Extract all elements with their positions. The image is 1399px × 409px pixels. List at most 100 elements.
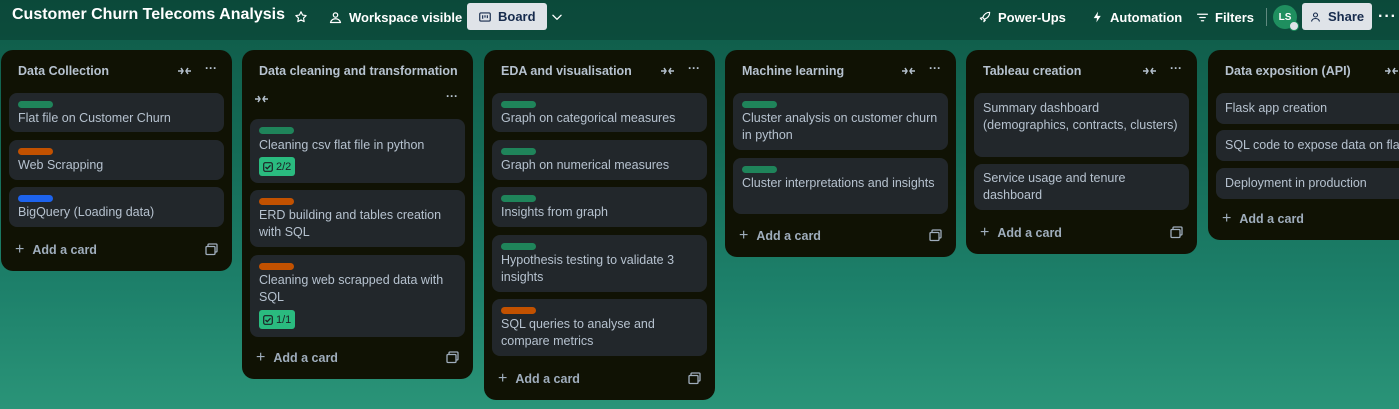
- filters-button[interactable]: Filters: [1196, 4, 1254, 30]
- board-view-button[interactable]: Board: [467, 3, 547, 30]
- card-template-icon[interactable]: [205, 243, 218, 256]
- list-menu-icon[interactable]: ···: [205, 61, 217, 75]
- card[interactable]: Service usage and tenure dashboard: [974, 164, 1189, 210]
- add-card-button[interactable]: + Add a card: [256, 349, 338, 367]
- card-title: Flat file on Customer Churn: [18, 111, 171, 125]
- list-eda: EDA and visualisation ··· Graph on categ…: [484, 50, 715, 400]
- list-title[interactable]: Data exposition (API): [1225, 64, 1351, 78]
- header-divider: [1266, 8, 1267, 26]
- card-template-icon[interactable]: [688, 372, 701, 385]
- person-add-icon: [1310, 11, 1321, 22]
- card-label-orange: [18, 148, 53, 155]
- card[interactable]: Cleaning csv flat file in python 2/2: [250, 119, 465, 183]
- more-menu-button[interactable]: ···: [1378, 4, 1397, 30]
- card[interactable]: SQL code to expose data on flask: [1216, 130, 1399, 161]
- automation-button[interactable]: Automation: [1091, 4, 1182, 30]
- card-template-icon[interactable]: [446, 351, 459, 364]
- card-title: Cleaning csv flat file in python: [259, 138, 425, 152]
- collapse-icon[interactable]: [1142, 65, 1157, 77]
- card[interactable]: Web Scrapping: [9, 140, 224, 180]
- card-label-green: [501, 148, 536, 155]
- collapse-icon[interactable]: [660, 65, 675, 77]
- card[interactable]: Insights from graph: [492, 187, 707, 227]
- card-title: Hypothesis testing to validate 3 insight…: [501, 253, 675, 284]
- add-card-label: Add a card: [756, 229, 821, 243]
- collapse-icon[interactable]: [254, 93, 269, 105]
- board-view-label: Board: [498, 9, 536, 24]
- add-card-button[interactable]: + Add a card: [980, 224, 1062, 242]
- list-header: Data exposition (API): [1208, 50, 1399, 90]
- list-header: Data cleaning and transformation ···: [242, 50, 473, 103]
- card-label-orange: [259, 263, 294, 270]
- visibility-button[interactable]: Workspace visible: [328, 4, 462, 30]
- list-title[interactable]: Tableau creation: [983, 64, 1081, 78]
- add-card-button[interactable]: + Add a card: [739, 227, 821, 245]
- card[interactable]: Graph on numerical measures: [492, 140, 707, 180]
- powerups-label: Power-Ups: [998, 9, 1066, 25]
- avatar[interactable]: LS: [1273, 5, 1299, 31]
- list-data-cleaning: Data cleaning and transformation ··· Cle…: [242, 50, 473, 379]
- list-title[interactable]: Data Collection: [18, 64, 109, 78]
- plus-icon: +: [498, 370, 508, 387]
- list-header: Machine learning ···: [725, 50, 956, 90]
- list-menu-icon[interactable]: ···: [1170, 61, 1182, 75]
- list-header: Tableau creation ···: [966, 50, 1197, 90]
- checklist-icon: [263, 314, 273, 325]
- filter-icon: [1196, 13, 1209, 21]
- more-icon: ···: [1378, 8, 1397, 25]
- card-title: Summary dashboard (demographics, contrac…: [983, 101, 1178, 132]
- card[interactable]: Flat file on Customer Churn: [9, 93, 224, 132]
- automation-label: Automation: [1110, 9, 1183, 25]
- card-title: Cleaning web scrapped data with SQL: [259, 273, 444, 304]
- add-card-button[interactable]: + Add a card: [498, 370, 580, 388]
- card-title: Service usage and tenure dashboard: [983, 171, 1126, 202]
- list-tableau-creation: Tableau creation ··· Summary dashboard (…: [966, 50, 1197, 254]
- card[interactable]: Cluster interpretations and insights: [733, 158, 948, 214]
- star-button[interactable]: [294, 4, 314, 30]
- card-title: ERD building and tables creation with SQ…: [259, 208, 442, 239]
- card-template-icon[interactable]: [1170, 226, 1183, 239]
- card[interactable]: SQL queries to analyse and compare metri…: [492, 299, 707, 356]
- list-header: EDA and visualisation ···: [484, 50, 715, 90]
- powerups-button[interactable]: Power-Ups: [978, 4, 1066, 30]
- list-title[interactable]: EDA and visualisation: [501, 64, 632, 78]
- share-button[interactable]: Share: [1302, 3, 1373, 30]
- card-title: Flask app creation: [1225, 101, 1328, 115]
- view-switcher-button[interactable]: [550, 4, 570, 30]
- board-title[interactable]: Customer Churn Telecoms Analysis: [12, 6, 285, 24]
- card[interactable]: Cleaning web scrapped data with SQL 1/1: [250, 255, 465, 337]
- checklist-badge: 2/2: [259, 157, 296, 176]
- card[interactable]: Flask app creation: [1216, 93, 1399, 124]
- card[interactable]: Graph on categorical measures: [492, 93, 707, 132]
- checklist-count: 2/2: [276, 160, 292, 173]
- collapse-icon[interactable]: [901, 65, 916, 77]
- add-card-button[interactable]: + Add a card: [15, 241, 97, 259]
- card[interactable]: Cluster analysis on customer churn in py…: [733, 93, 948, 150]
- card-label-green: [501, 243, 536, 250]
- card-title: Graph on numerical measures: [501, 158, 670, 172]
- list-title[interactable]: Data cleaning and transformation: [259, 64, 458, 78]
- add-card-label: Add a card: [997, 226, 1062, 240]
- collapse-icon[interactable]: [1384, 65, 1399, 77]
- card-title: Deployment in production: [1225, 176, 1367, 190]
- lightning-icon: [1093, 11, 1101, 23]
- list-menu-icon[interactable]: ···: [929, 61, 941, 75]
- list-menu-icon[interactable]: ···: [446, 89, 458, 103]
- card-title: Cluster interpretations and insights: [742, 176, 935, 190]
- card[interactable]: Deployment in production: [1216, 168, 1399, 199]
- add-card-label: Add a card: [32, 243, 97, 257]
- card[interactable]: Summary dashboard (demographics, contrac…: [974, 93, 1189, 157]
- card-title: SQL queries to analyse and compare metri…: [501, 317, 655, 348]
- collapse-icon[interactable]: [177, 65, 192, 77]
- add-card-button[interactable]: + Add a card: [1222, 210, 1304, 228]
- plus-icon: +: [15, 241, 25, 258]
- star-icon: [295, 11, 307, 23]
- list-machine-learning: Machine learning ··· Cluster analysis on…: [725, 50, 956, 257]
- list-menu-icon[interactable]: ···: [688, 61, 700, 75]
- card[interactable]: Hypothesis testing to validate 3 insight…: [492, 235, 707, 292]
- card[interactable]: ERD building and tables creation with SQ…: [250, 190, 465, 247]
- list-title[interactable]: Machine learning: [742, 64, 844, 78]
- checklist-badge: 1/1: [259, 310, 296, 329]
- card[interactable]: BigQuery (Loading data): [9, 187, 224, 227]
- card-template-icon[interactable]: [929, 229, 942, 242]
